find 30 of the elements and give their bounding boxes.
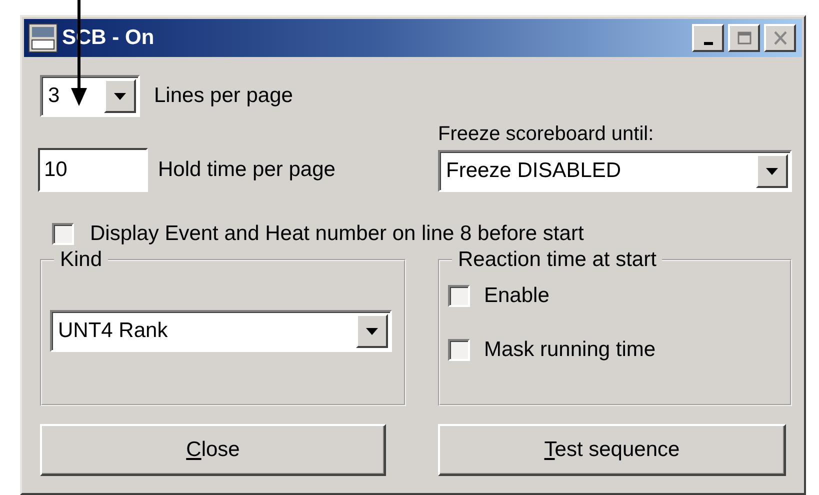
app-icon <box>28 23 58 53</box>
dropdown-button[interactable] <box>356 314 388 348</box>
field-label: Hold time per page <box>158 158 336 182</box>
checkbox-label: Enable <box>484 284 550 308</box>
caret-icon <box>114 92 126 100</box>
group-title: Reaction time at start <box>457 248 658 272</box>
checkbox[interactable] <box>448 285 470 307</box>
button[interactable]: Close <box>40 424 386 476</box>
dropdown[interactable]: UNT4 Rank <box>50 310 392 352</box>
checkbox-label: Display Event and Heat number on line 8 before start <box>90 222 584 246</box>
dropdown[interactable]: 3 <box>40 75 140 117</box>
maximize-button[interactable] <box>728 24 760 52</box>
caret-icon <box>766 168 778 174</box>
group-title: Kind <box>59 248 104 272</box>
button[interactable]: Test sequence <box>438 424 786 476</box>
field-label: Freeze scoreboard until: <box>438 123 655 146</box>
dropdown-button[interactable] <box>756 154 788 188</box>
checkbox-label: Mask running time <box>484 338 656 362</box>
input-field[interactable]: 10 <box>38 148 148 192</box>
maximize-icon <box>736 31 752 45</box>
checkbox[interactable] <box>52 223 74 245</box>
field-label: Lines per page <box>154 84 293 108</box>
checkbox[interactable] <box>448 339 470 361</box>
caret-icon <box>366 328 378 334</box>
dropdown-button[interactable] <box>104 79 136 113</box>
dropdown[interactable]: Freeze DISABLED <box>438 150 792 192</box>
close-button[interactable] <box>764 24 796 52</box>
minimize-icon <box>704 42 712 44</box>
minimize-button[interactable] <box>692 24 724 52</box>
close-icon <box>772 31 788 45</box>
